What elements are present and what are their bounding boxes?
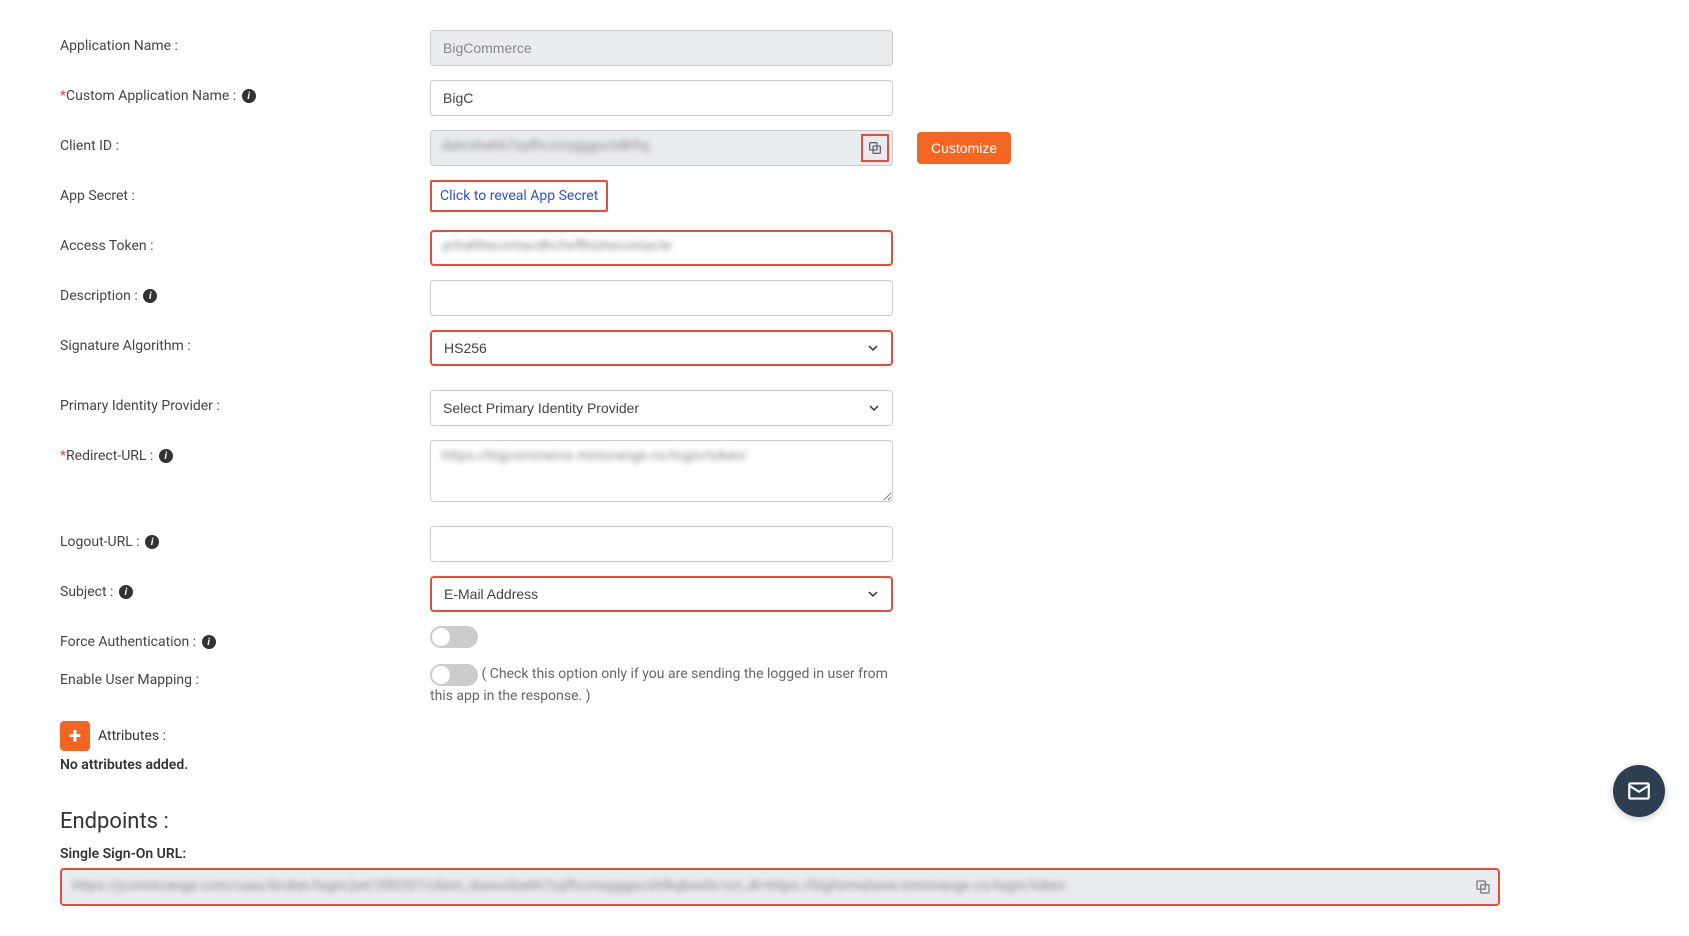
row-redirect-url: *Redirect-URL : i https://bigcommerce.mi… bbox=[60, 440, 1629, 506]
mail-icon bbox=[1626, 778, 1652, 804]
info-icon[interactable]: i bbox=[242, 89, 256, 103]
form-container: Application Name : *Custom Application N… bbox=[60, 30, 1629, 906]
label-signature-alg: Signature Algorithm : bbox=[60, 330, 430, 354]
label-logout-url: Logout-URL : bbox=[60, 534, 140, 550]
info-icon[interactable]: i bbox=[159, 449, 173, 463]
row-application-name: Application Name : bbox=[60, 30, 1629, 66]
label-access-token: Access Token : bbox=[60, 230, 430, 254]
row-signature-alg: Signature Algorithm : HS256 bbox=[60, 330, 1629, 366]
subject-select[interactable]: E-Mail Address bbox=[430, 576, 893, 612]
chat-fab-button[interactable] bbox=[1613, 765, 1665, 817]
label-force-auth: Force Authentication : bbox=[60, 634, 196, 650]
copy-sso-url-button[interactable] bbox=[1474, 878, 1492, 896]
label-description: Description : bbox=[60, 288, 138, 304]
reveal-app-secret-link[interactable]: Click to reveal App Secret bbox=[440, 188, 598, 204]
label-client-id: Client ID : bbox=[60, 130, 430, 154]
redirect-url-input[interactable] bbox=[430, 440, 893, 502]
row-client-id: Client ID : datcshehh7oyfhczvoyjggoctdkf… bbox=[60, 130, 1629, 166]
row-primary-idp: Primary Identity Provider : Select Prima… bbox=[60, 390, 1629, 426]
customize-button[interactable]: Customize bbox=[917, 132, 1011, 164]
label-subject: Subject : bbox=[60, 584, 113, 600]
label-primary-idp: Primary Identity Provider : bbox=[60, 390, 430, 414]
endpoints-heading: Endpoints : bbox=[60, 809, 1629, 834]
application-name-input bbox=[430, 30, 893, 66]
row-access-token: Access Token : ychalthecontacdhcfwflhish… bbox=[60, 230, 1629, 266]
info-icon[interactable]: i bbox=[119, 585, 133, 599]
user-mapping-help: ( Check this option only if you are send… bbox=[430, 666, 888, 704]
label-attributes: Attributes : bbox=[98, 728, 166, 744]
label-app-secret: App Secret : bbox=[60, 180, 430, 204]
row-description: Description : i bbox=[60, 280, 1629, 316]
reveal-secret-wrap: Click to reveal App Secret bbox=[430, 180, 608, 212]
force-auth-toggle[interactable] bbox=[430, 626, 478, 648]
row-app-secret: App Secret : Click to reveal App Secret bbox=[60, 180, 1629, 212]
user-mapping-toggle[interactable] bbox=[430, 664, 478, 686]
copy-client-id-button[interactable] bbox=[861, 134, 889, 162]
row-subject: Subject : i E-Mail Address bbox=[60, 576, 1629, 612]
sso-url-input bbox=[60, 868, 1500, 906]
row-logout-url: Logout-URL : i bbox=[60, 526, 1629, 562]
label-user-mapping: Enable User Mapping : bbox=[60, 664, 430, 688]
logout-url-input[interactable] bbox=[430, 526, 893, 562]
row-custom-app-name: *Custom Application Name : i bbox=[60, 80, 1629, 116]
label-redirect-url: Redirect-URL : bbox=[66, 448, 153, 464]
add-attribute-button[interactable]: + bbox=[60, 721, 90, 751]
info-icon[interactable]: i bbox=[202, 635, 216, 649]
access-token-input[interactable] bbox=[430, 230, 893, 266]
custom-app-name-input[interactable] bbox=[430, 80, 893, 116]
label-custom-app-name: Custom Application Name : bbox=[66, 88, 236, 104]
sso-url-field-wrap: https://jconnicrange.com/caas/broker/log… bbox=[60, 868, 1500, 906]
row-attributes: + Attributes : bbox=[60, 721, 1629, 751]
row-force-auth: Force Authentication : i bbox=[60, 626, 1629, 650]
client-id-blurred: datcshehh7oyfhczvoyjggoctdkftq bbox=[442, 138, 649, 154]
label-application-name: Application Name : bbox=[60, 30, 430, 54]
sso-url-label: Single Sign-On URL: bbox=[60, 846, 1629, 862]
signature-algorithm-select[interactable]: HS256 bbox=[430, 330, 893, 366]
copy-icon bbox=[867, 140, 883, 156]
no-attributes-text: No attributes added. bbox=[60, 757, 1629, 773]
info-icon[interactable]: i bbox=[143, 289, 157, 303]
info-icon[interactable]: i bbox=[145, 535, 159, 549]
row-user-mapping: Enable User Mapping : ( Check this optio… bbox=[60, 664, 1629, 707]
primary-idp-select[interactable]: Select Primary Identity Provider bbox=[430, 390, 893, 426]
description-input[interactable] bbox=[430, 280, 893, 316]
